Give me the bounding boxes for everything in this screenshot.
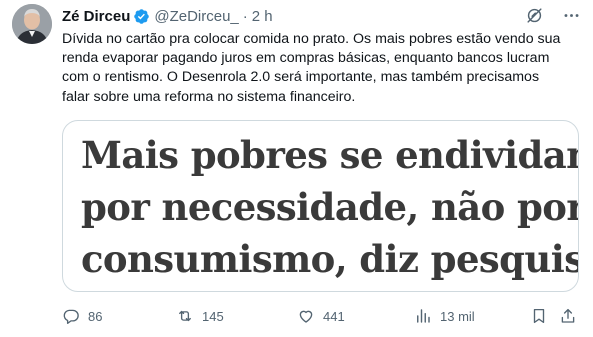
- tweet-actions: 86 145 441 13 mil: [62, 304, 582, 328]
- views-icon: [414, 307, 432, 325]
- reply-count: 86: [88, 308, 103, 324]
- tweet-text: Dívida no cartão pra colocar comida no p…: [62, 31, 561, 105]
- retweet-count: 145: [202, 308, 224, 324]
- heart-icon: [297, 307, 315, 325]
- card-headline-line: consumismo, diz pesquisa: [81, 237, 579, 281]
- reply-icon: [62, 307, 80, 325]
- avatar[interactable]: [12, 4, 52, 44]
- author-handle[interactable]: @ZeDirceu_: [154, 8, 238, 25]
- avatar-image: [12, 4, 52, 44]
- reply-button[interactable]: 86: [62, 307, 102, 325]
- card-headline: Mais pobres se endividam por necessidade…: [81, 129, 579, 285]
- grok-icon[interactable]: [525, 6, 544, 25]
- tweet-header: Zé Dirceu @ZeDirceu_ · 2 h: [62, 6, 581, 26]
- like-count: 441: [323, 308, 345, 324]
- more-icon[interactable]: [562, 6, 581, 25]
- link-card[interactable]: Mais pobres se endividam por necessidade…: [62, 120, 579, 292]
- bookmark-icon: [530, 307, 548, 325]
- views-count: 13 mil: [440, 308, 475, 324]
- timestamp[interactable]: 2 h: [252, 8, 273, 25]
- share-button[interactable]: [559, 307, 577, 325]
- separator-dot: ·: [242, 7, 248, 25]
- views-button[interactable]: 13 mil: [414, 307, 475, 325]
- bookmark-button[interactable]: [530, 307, 548, 325]
- like-button[interactable]: 441: [297, 307, 345, 325]
- verified-badge-icon: [133, 8, 150, 25]
- card-headline-line: Mais pobres se endividam: [81, 133, 579, 177]
- retweet-icon: [176, 307, 194, 325]
- header-actions: [525, 6, 581, 25]
- share-icon: [559, 307, 577, 325]
- card-headline-line: por necessidade, não por: [81, 185, 579, 229]
- retweet-button[interactable]: 145: [176, 307, 224, 325]
- author-name[interactable]: Zé Dirceu: [62, 8, 130, 25]
